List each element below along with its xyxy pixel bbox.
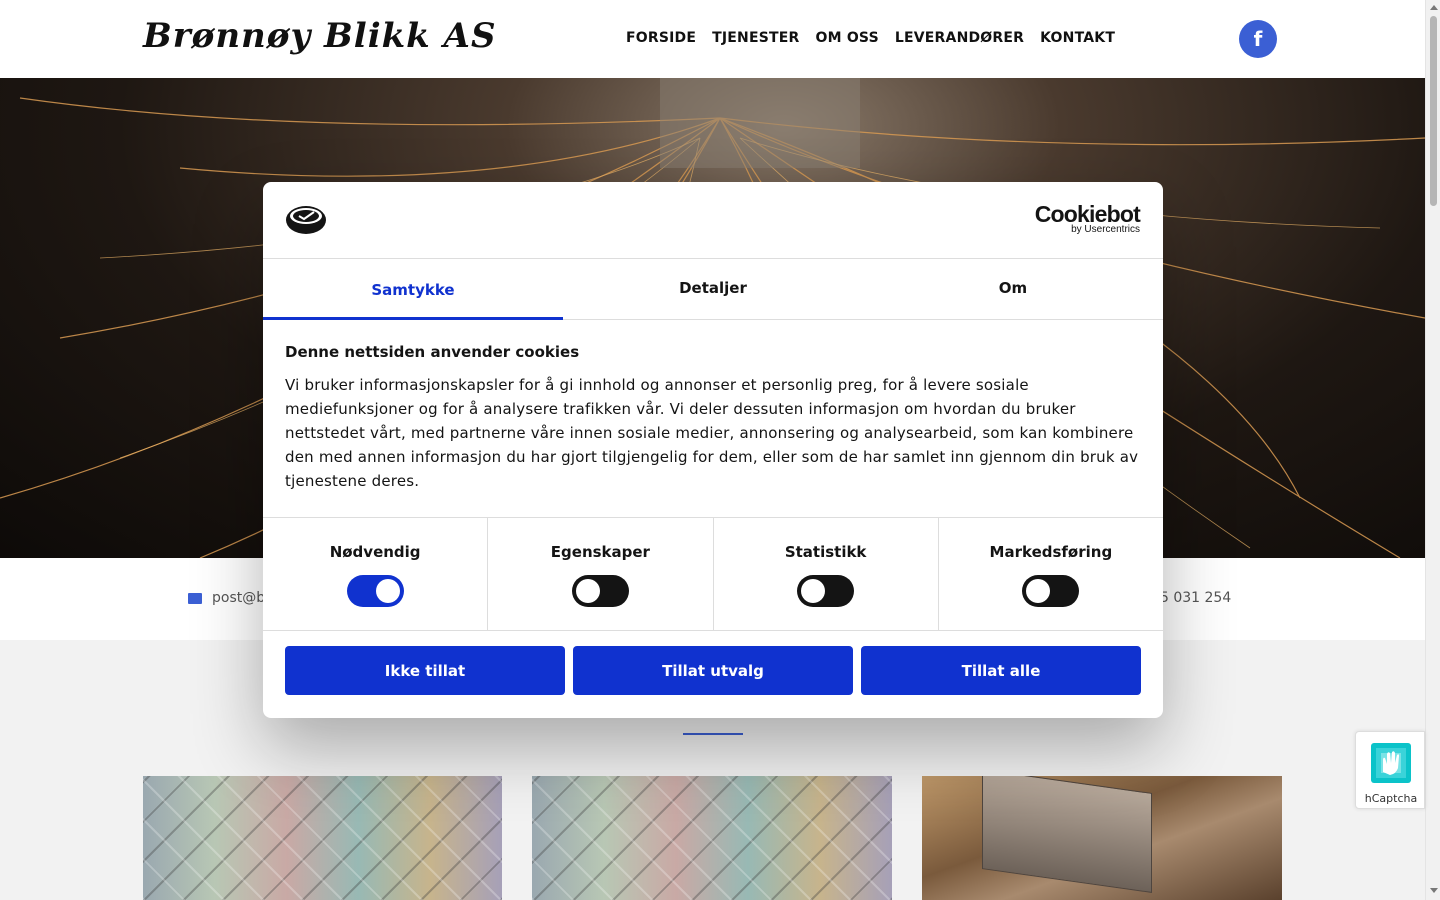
cookiebot-brand[interactable]: Cookiebot by Usercentrics	[1034, 201, 1141, 235]
nav-item-kontakt[interactable]: KONTAKT	[1040, 30, 1115, 46]
category-label: Egenskaper	[550, 543, 650, 561]
nav-item-om-oss[interactable]: OM OSS	[816, 30, 879, 46]
scroll-down-icon[interactable]	[1430, 888, 1438, 893]
tab-om[interactable]: Om	[863, 259, 1163, 319]
allow-selection-button[interactable]: Tillat utvalg	[573, 646, 853, 695]
hcaptcha-badge[interactable]: hCaptcha	[1355, 731, 1425, 809]
hcaptcha-label: hCaptcha	[1364, 792, 1418, 805]
service-card-image[interactable]	[143, 776, 502, 900]
category-nodvendig: Nødvendig	[263, 518, 489, 630]
dialog-buttons: Ikke tillat Tillat utvalg Tillat alle	[285, 646, 1141, 695]
deny-button[interactable]: Ikke tillat	[285, 646, 565, 695]
page-scrollbar[interactable]	[1425, 0, 1440, 900]
dialog-tabs: Samtykke Detaljer Om	[263, 259, 1163, 320]
category-label: Statistikk	[784, 543, 867, 561]
nav-item-leverandorer[interactable]: LEVERANDØRER	[895, 30, 1024, 46]
dialog-description: Vi bruker informasjonskapsler for å gi i…	[285, 376, 1139, 490]
category-label: Nødvendig	[329, 543, 421, 561]
site-header: Brønnøy Blikk AS FORSIDE TJENESTER OM OS…	[0, 0, 1425, 78]
category-egenskaper: Egenskaper	[488, 518, 714, 630]
category-markedsforing: Markedsføring	[939, 518, 1163, 630]
allow-all-button[interactable]: Tillat alle	[861, 646, 1141, 695]
contact-phone[interactable]: 5 031 254	[1160, 590, 1231, 606]
toggle-statistikk[interactable]	[797, 575, 855, 607]
tab-samtykke[interactable]: Samtykke	[263, 259, 563, 320]
dialog-header: Cookiebot by Usercentrics	[263, 182, 1163, 259]
dialog-title: Denne nettsiden anvender cookies	[285, 343, 580, 361]
category-statistikk: Statistikk	[714, 518, 939, 630]
facebook-icon[interactable]: f	[1239, 20, 1277, 58]
main-nav: FORSIDE TJENESTER OM OSS LEVERANDØRER KO…	[626, 30, 1115, 46]
category-label: Markedsføring	[989, 543, 1113, 561]
envelope-icon	[188, 592, 202, 604]
service-card-image[interactable]	[922, 776, 1282, 900]
toggle-egenskaper[interactable]	[571, 575, 629, 607]
cookie-logo-icon	[286, 206, 326, 234]
site-logo[interactable]: Brønnøy Blikk AS	[143, 16, 497, 56]
section-divider	[683, 733, 743, 735]
dialog-body: Denne nettsiden anvender cookies Vi bruk…	[285, 343, 1141, 493]
contact-email[interactable]: post@br	[188, 590, 271, 606]
cookie-consent-dialog: Cookiebot by Usercentrics Samtykke Detal…	[263, 182, 1163, 718]
service-card-image[interactable]	[532, 776, 892, 900]
scroll-thumb[interactable]	[1430, 16, 1437, 206]
nav-item-forside[interactable]: FORSIDE	[626, 30, 696, 46]
tab-detaljer[interactable]: Detaljer	[563, 259, 863, 319]
toggle-markedsforing[interactable]	[1022, 575, 1080, 607]
toggle-nodvendig[interactable]	[346, 575, 404, 607]
nav-item-tjenester[interactable]: TJENESTER	[712, 30, 799, 46]
consent-categories: Nødvendig Egenskaper Statistikk Markedsf…	[263, 517, 1163, 631]
hcaptcha-icon	[1371, 743, 1411, 783]
cookiebot-name: Cookiebot	[1034, 201, 1141, 227]
scroll-up-icon[interactable]	[1430, 5, 1438, 10]
